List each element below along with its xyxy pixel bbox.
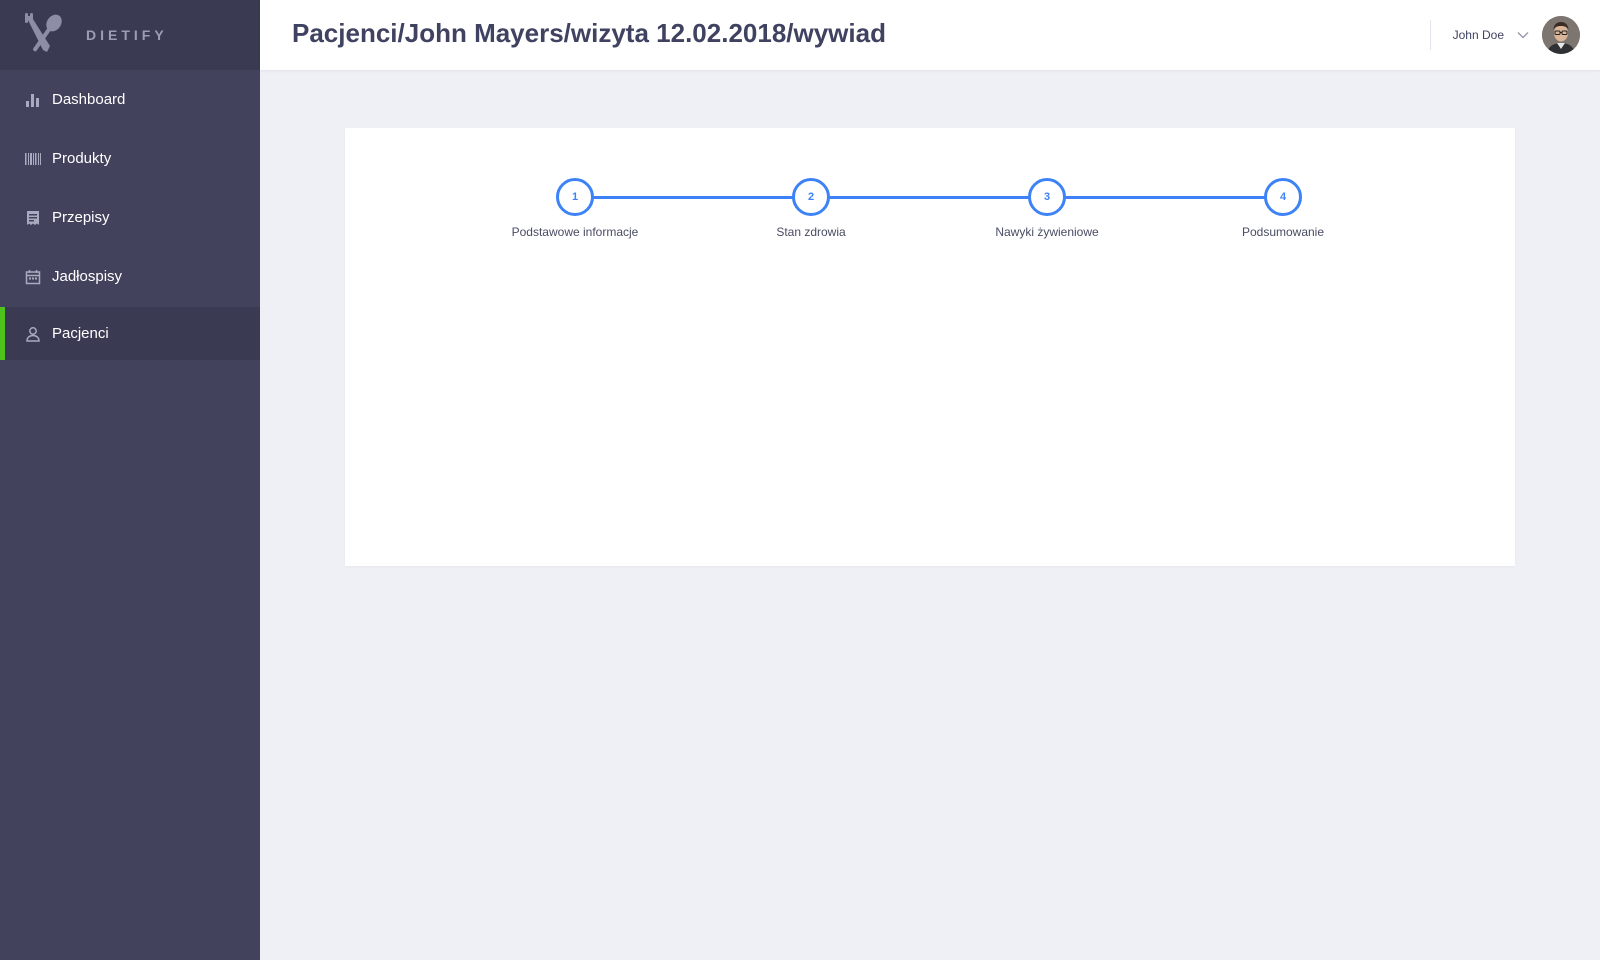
sidebar-item-label: Przepisy — [52, 209, 110, 226]
step-label: Nawyki żywieniowe — [995, 225, 1099, 239]
step-4[interactable]: 4 Podsumowanie — [1203, 178, 1363, 239]
step-1[interactable]: 1 Podstawowe informacje — [495, 178, 655, 239]
avatar[interactable] — [1542, 16, 1580, 54]
chevron-down-icon[interactable] — [1516, 28, 1530, 42]
step-number-circle[interactable]: 3 — [1028, 178, 1066, 216]
bar-chart-icon — [24, 91, 42, 109]
sidebar-item-produkty[interactable]: Produkty — [0, 129, 260, 188]
calendar-icon — [24, 268, 42, 286]
sidebar-item-label: Produkty — [52, 150, 112, 167]
sidebar-nav: Dashboard Produkty Przepisy Jadłospisy P… — [0, 70, 260, 360]
interview-card: 1 Podstawowe informacje 2 Stan zdrowia 3… — [345, 128, 1515, 566]
sidebar-item-pacjenci[interactable]: Pacjenci — [0, 307, 260, 360]
step-number-circle[interactable]: 2 — [792, 178, 830, 216]
step-label: Podsumowanie — [1241, 225, 1325, 239]
user-name[interactable]: John Doe — [1453, 28, 1504, 42]
stepper-progress-line — [575, 196, 1283, 199]
sidebar-item-jadlospisy[interactable]: Jadłospisy — [0, 247, 260, 306]
step-3[interactable]: 3 Nawyki żywieniowe — [967, 178, 1127, 239]
user-menu[interactable]: John Doe — [1429, 0, 1580, 70]
brand-name: DIETIFY — [86, 27, 168, 43]
sidebar-item-dashboard[interactable]: Dashboard — [0, 70, 260, 129]
sidebar-item-label: Jadłospisy — [52, 268, 123, 285]
step-2[interactable]: 2 Stan zdrowia — [731, 178, 891, 239]
step-number-circle[interactable]: 1 — [556, 178, 594, 216]
receipt-icon — [24, 209, 42, 227]
step-label: Stan zdrowia — [776, 225, 846, 239]
step-label: Podstawowe informacje — [511, 225, 639, 239]
user-icon — [24, 325, 42, 343]
sidebar-item-label: Dashboard — [52, 91, 126, 108]
divider — [1429, 20, 1431, 50]
sidebar: DIETIFY Dashboard Produkty Przepisy Jadł… — [0, 0, 260, 960]
sidebar-item-label: Pacjenci — [52, 325, 109, 342]
step-number-circle[interactable]: 4 — [1264, 178, 1302, 216]
logo[interactable]: DIETIFY — [0, 0, 260, 70]
page-title: Pacjenci/John Mayers/wizyta 12.02.2018/w… — [292, 18, 886, 48]
barcode-icon — [24, 150, 42, 168]
top-header: Pacjenci/John Mayers/wizyta 12.02.2018/w… — [260, 0, 1600, 70]
spoon-knife-icon — [25, 13, 62, 52]
sidebar-item-przepisy[interactable]: Przepisy — [0, 188, 260, 247]
